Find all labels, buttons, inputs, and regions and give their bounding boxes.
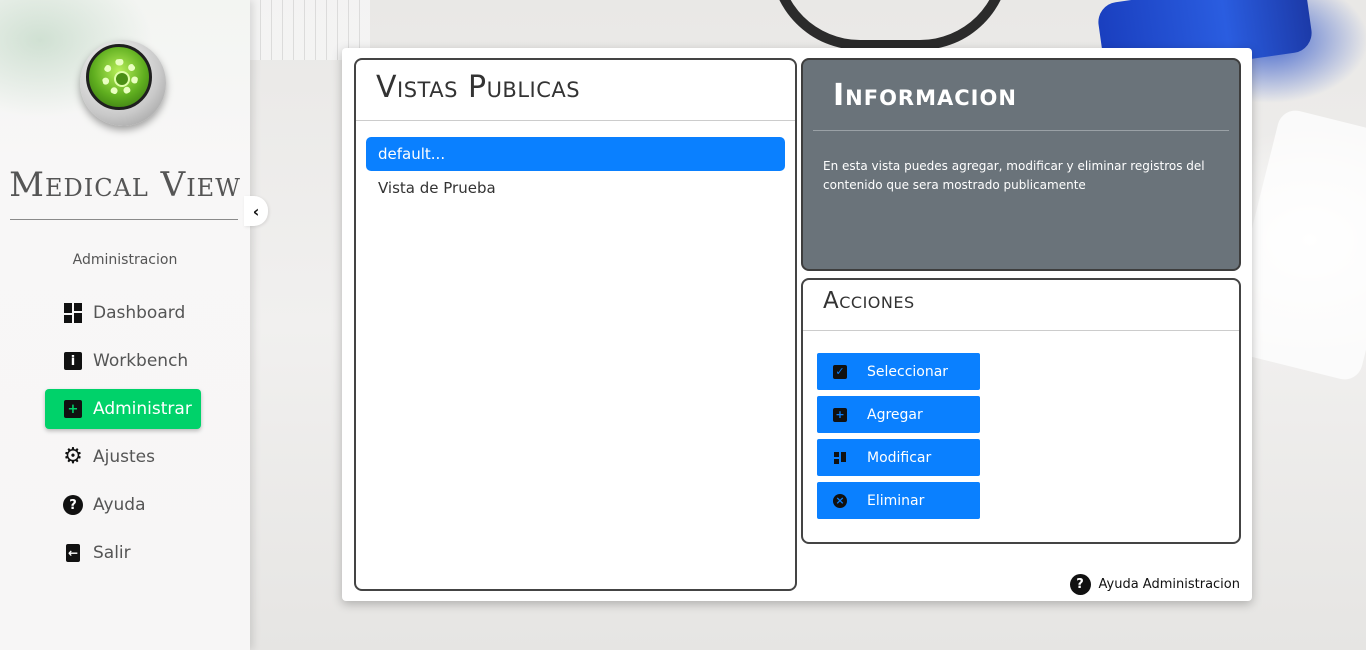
question-icon: ? xyxy=(63,495,83,515)
edit-icon xyxy=(833,451,847,465)
brand-title: Medical View xyxy=(9,165,241,205)
sidebar-item-ajustes[interactable]: ⚙ Ajustes xyxy=(45,437,205,477)
informacion-text: En esta vista puedes agregar, modificar … xyxy=(823,159,1205,192)
question-icon: ? xyxy=(1069,574,1091,595)
sidebar-item-label: Workbench xyxy=(93,351,189,371)
delete-icon: × xyxy=(833,493,847,508)
sidebar-item-label: Ayuda xyxy=(93,495,146,515)
acciones-card: Acciones ✓ Seleccionar + Agregar Modific… xyxy=(801,278,1241,544)
exit-icon: ← xyxy=(66,544,80,562)
informacion-card: Informacion En esta vista puedes agregar… xyxy=(801,58,1241,271)
button-label: Eliminar xyxy=(867,492,925,509)
background-stethoscope xyxy=(770,0,1010,50)
ayuda-administracion-link[interactable]: ? Ayuda Administracion xyxy=(1069,574,1240,595)
sidebar-item-salir[interactable]: ← Salir xyxy=(45,533,205,573)
button-label: Modificar xyxy=(867,449,932,466)
help-link-label: Ayuda Administracion xyxy=(1098,577,1240,592)
sidebar-item-label: Salir xyxy=(93,543,131,563)
vistas-publicas-card: Vistas Publicas default... Vista de Prue… xyxy=(354,58,797,591)
button-label: Agregar xyxy=(867,406,923,423)
agregar-button[interactable]: + Agregar xyxy=(817,396,980,433)
seleccionar-button[interactable]: ✓ Seleccionar xyxy=(817,353,980,390)
app-logo xyxy=(80,40,166,126)
sidebar-item-label: Ajustes xyxy=(93,447,155,467)
dashboard-icon xyxy=(63,303,83,323)
logo-badge xyxy=(86,44,152,110)
list-item[interactable]: Vista de Prueba xyxy=(366,171,785,205)
sidebar-item-ayuda[interactable]: ? Ayuda xyxy=(45,485,205,525)
sidebar-item-dashboard[interactable]: Dashboard xyxy=(45,293,205,333)
sidebar-item-label: Dashboard xyxy=(93,303,186,323)
list-item[interactable]: default... xyxy=(366,137,785,171)
eliminar-button[interactable]: × Eliminar xyxy=(817,482,980,519)
sidebar-nav: Dashboard i Workbench + Administrar ⚙ Aj… xyxy=(45,293,205,581)
sidebar-item-administrar[interactable]: + Administrar xyxy=(45,389,201,429)
sidebar: Medical View Administracion Dashboard i … xyxy=(0,0,250,650)
modificar-button[interactable]: Modificar xyxy=(817,439,980,476)
gear-icon: ⚙ xyxy=(63,444,83,469)
sidebar-item-workbench[interactable]: i Workbench xyxy=(45,341,205,381)
info-icon: i xyxy=(63,351,83,371)
add-icon: + xyxy=(833,407,847,422)
logo-gear-icon xyxy=(102,59,138,95)
vistas-list: default... Vista de Prueba xyxy=(356,121,795,205)
chevron-left-icon: ‹ xyxy=(252,201,260,221)
main-panel: Vistas Publicas default... Vista de Prue… xyxy=(342,48,1252,601)
vistas-publicas-title: Vistas Publicas xyxy=(376,70,581,105)
select-icon: ✓ xyxy=(833,364,847,379)
sidebar-section-label: Administracion xyxy=(72,252,178,268)
button-label: Seleccionar xyxy=(867,363,949,380)
sidebar-item-label: Administrar xyxy=(93,399,192,419)
informacion-title: Informacion xyxy=(833,78,1017,113)
acciones-buttons: ✓ Seleccionar + Agregar Modificar × Elim… xyxy=(803,331,1239,519)
plus-square-icon: + xyxy=(63,399,83,419)
acciones-title: Acciones xyxy=(823,288,915,314)
brand-divider xyxy=(10,219,238,220)
